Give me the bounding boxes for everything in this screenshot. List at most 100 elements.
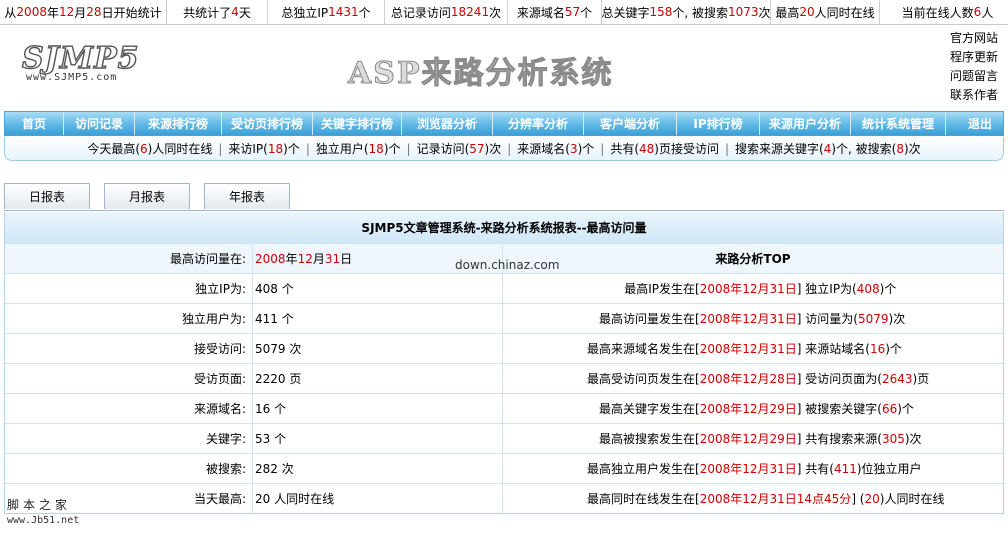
today-stat-text: )人同时在线 — [147, 142, 213, 156]
top-stat-0: 从 2008 年 12 月 28 日开始统计 — [0, 0, 167, 24]
nav-item-3[interactable]: 受访页排行榜 — [222, 112, 313, 135]
top-stat-text: 年 — [46, 5, 59, 20]
top-value-part: 2008年12月29日 — [699, 402, 797, 416]
top-stat-text: 总独立IP — [281, 5, 329, 20]
top-value-part: ] 受访问页面为( — [796, 372, 882, 386]
summary-label: 被搜索: — [5, 454, 253, 483]
tab-0[interactable]: 日报表 — [4, 183, 90, 209]
nav-item-8[interactable]: IP排行榜 — [677, 112, 760, 135]
nav-item-10[interactable]: 统计系统管理 — [851, 112, 946, 135]
summary-value: 411 个 — [255, 312, 294, 326]
today-stat-text: 搜索来源关键字( — [735, 142, 824, 156]
summary-label: 来源域名: — [5, 394, 253, 423]
top-value-part: 2008年12月31日 — [699, 312, 797, 326]
top-stat-7: 当前在线人数 6人 — [880, 0, 1008, 24]
top-label: 最高独立用户发生在 — [586, 462, 695, 476]
nav-item-6[interactable]: 分辨率分析 — [493, 112, 584, 135]
summary-value: 5079 次 — [255, 342, 302, 356]
top-stat-text: 12 — [58, 5, 75, 19]
report-tabs: 日报表 月报表 年报表 — [4, 183, 304, 211]
summary-label: 接受访问: — [5, 334, 253, 363]
separator: | — [600, 141, 605, 156]
separator: | — [305, 141, 310, 156]
tab-2[interactable]: 年报表 — [204, 183, 290, 209]
nav-item-2[interactable]: 来源排行榜 — [135, 112, 222, 135]
summary-value: 53 个 — [255, 432, 287, 446]
today-stat-text: 独立用户( — [315, 142, 369, 156]
nav-item-1[interactable]: 访问记录 — [64, 112, 135, 135]
peak-label: 最高访问量在: — [5, 244, 253, 273]
nav-item-9[interactable]: 来源用户分析 — [760, 112, 851, 135]
peak-date-part: 年 — [285, 252, 298, 266]
top-stat-text: 天 — [238, 5, 251, 20]
peak-date-part: 日 — [340, 252, 353, 266]
top-value-part: 2008年12月31日 — [699, 462, 797, 476]
report-right-cell: 来路分析TOP — [503, 244, 1003, 273]
table-row: 独立用户为: 411 个 最高访问量发生在[2008年12月31日] 访问量为(50… — [5, 303, 1003, 333]
top-stat-3: 总记录访问 18241 次 — [385, 0, 508, 24]
top-stat-text: 总记录访问 — [390, 5, 451, 20]
today-stat-text: )页接受访问 — [654, 142, 719, 156]
today-stat-text: )次 — [484, 142, 502, 156]
top-cell: 最高访问量发生在[2008年12月31日] 访问量为(5079)次 — [503, 304, 1003, 333]
nav-item-7[interactable]: 客户端分析 — [584, 112, 677, 135]
today-stat-4: 来源域名(3)个 — [517, 140, 594, 157]
header-link-3[interactable]: 联系作者 — [950, 86, 1006, 105]
top-value-part: 66 — [881, 401, 898, 416]
watermark-jb51: 脚本之家 www.Jb51.net — [7, 497, 79, 529]
top-cell: 最高来源域名发生在[2008年12月31日] 来源站域名(16)个 — [503, 334, 1003, 363]
separator: | — [724, 141, 730, 156]
top-value: [2008年12月31日] 独立IP为(408)个 — [695, 274, 1003, 303]
today-stat-text: 来访IP( — [228, 142, 268, 156]
top-value: [2008年12月31日14点45分] (20)人同时在线 — [695, 484, 1003, 513]
nav-item-5[interactable]: 浏览器分析 — [402, 112, 493, 135]
top-cell: 最高独立用户发生在[2008年12月31日] 共有(411)位独立用户 — [503, 454, 1003, 483]
summary-label: 独立IP为: — [5, 274, 253, 303]
top-cell: 最高受访问页发生在[2008年12月28日] 受访问页面为(2643)页 — [503, 364, 1003, 393]
top-value: [2008年12月29日] 被搜索关键字(66)个 — [695, 394, 1003, 423]
header-link-0[interactable]: 官方网站 — [950, 29, 1006, 48]
header-links: 官方网站 程序更新 问题留言 联系作者 — [950, 29, 1006, 105]
top-stat-1: 共统计了 4 天 — [167, 0, 268, 24]
separator: | — [218, 141, 223, 156]
top-stat-text: 28 — [86, 5, 102, 19]
header-link-1[interactable]: 程序更新 — [950, 48, 1006, 67]
table-row: 受访页面: 2220 页最高受访问页发生在[2008年12月28日] 受访问页面为… — [5, 363, 1003, 393]
top-stat-text: 总关键字 — [601, 5, 650, 20]
nav-item-0[interactable]: 首页 — [5, 112, 64, 135]
summary-label: 独立用户为: — [5, 304, 253, 333]
top-value: [2008年12月31日] 来源站域名(16)个 — [695, 334, 1003, 363]
summary-cell: 独立IP为: 408 个 — [5, 274, 503, 303]
top-value-part: 5079 — [857, 311, 889, 326]
top-stat-text: 20 — [799, 5, 815, 19]
top-label: 最高受访问页发生在 — [586, 372, 695, 386]
nav-item-4[interactable]: 关键字排行榜 — [313, 112, 402, 135]
top-value-part: 2008年12月31日 — [699, 342, 797, 356]
header-link-2[interactable]: 问题留言 — [950, 67, 1006, 86]
top-value-part: )个 — [885, 342, 902, 356]
top-value-part: ] 来源站域名( — [796, 342, 870, 356]
top-label: 最高关键字发生在 — [598, 402, 695, 416]
top-value-part: 411 — [833, 461, 857, 476]
top-label: 最高来源域名发生在 — [586, 342, 695, 356]
today-stat-text: 来源域名( — [517, 142, 570, 156]
top-value-part: )位独立用户 — [856, 462, 922, 476]
logo: SJMP5 www.SJMP5.com — [21, 41, 142, 88]
tab-1[interactable]: 月报表 — [104, 183, 190, 209]
top-label: 最高IP发生在 — [624, 282, 695, 296]
top-stat-text: 共统计了 — [183, 5, 232, 20]
top-value-part: )次 — [888, 312, 906, 326]
top-value-part: 2008年12月31日14点45分 — [699, 492, 852, 506]
top-stat-text: 月 — [74, 5, 87, 20]
top-stat-text: 6 — [973, 5, 982, 19]
top-value-part: )次 — [904, 432, 922, 446]
top-stat-text: 57 — [564, 5, 581, 19]
today-stat-text: )个, 被搜索( — [831, 142, 897, 156]
top-value-part: 305 — [881, 431, 905, 446]
top-stat-text: 个 — [358, 5, 371, 20]
top-value-part: )页 — [912, 372, 930, 386]
top-value-part: ] 独立IP为( — [796, 282, 857, 296]
nav-item-11[interactable]: 退出 — [946, 112, 1008, 135]
summary-cell: 来源域名: 16 个 — [5, 394, 503, 423]
logo-text: SJMP5 — [21, 41, 140, 76]
